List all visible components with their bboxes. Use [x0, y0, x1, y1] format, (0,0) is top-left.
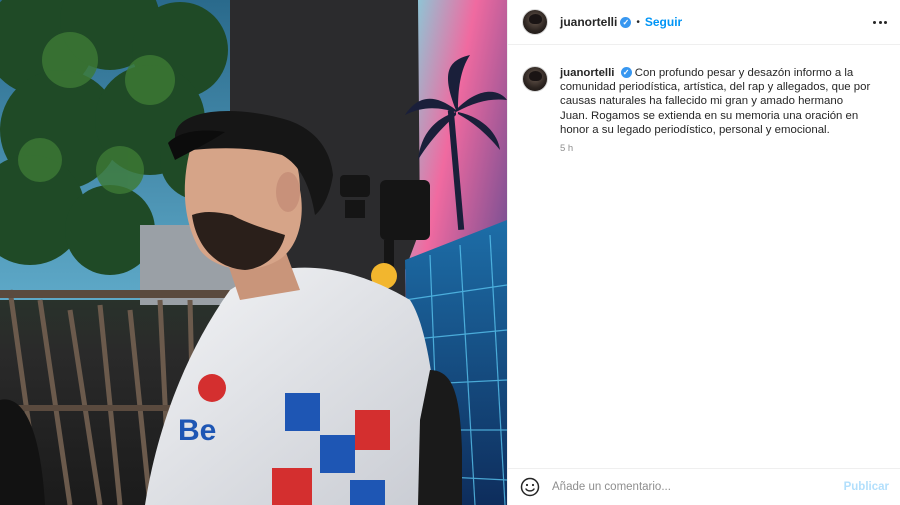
comment-input[interactable] — [552, 481, 832, 493]
more-dot-icon — [884, 20, 887, 24]
header-separator: • — [636, 16, 640, 28]
caption-author-avatar[interactable] — [522, 66, 548, 92]
post-photo[interactable]: Be — [0, 0, 507, 505]
author-avatar[interactable] — [522, 9, 548, 35]
comment-bar: Publicar — [508, 468, 900, 505]
more-options-icon[interactable] — [873, 16, 887, 28]
verified-badge-icon: ✓ — [620, 67, 632, 79]
author-username[interactable]: juanortelli — [560, 15, 617, 29]
emoji-icon[interactable] — [520, 477, 540, 497]
verified-badge-icon: ✓ — [620, 16, 632, 28]
caption-username[interactable]: juanortelli — [560, 67, 614, 79]
publish-button[interactable]: Publicar — [844, 481, 889, 493]
post-photo-illustration: Be — [0, 0, 507, 505]
caption-timestamp[interactable]: 5 h — [560, 143, 874, 154]
more-dot-icon — [873, 20, 876, 24]
comments-area[interactable]: juanortelli ✓ Con profundo pesar y desaz… — [508, 46, 900, 468]
follow-button[interactable]: Seguir — [645, 15, 682, 29]
more-dot-icon — [878, 20, 882, 24]
caption-row: juanortelli ✓ Con profundo pesar y desaz… — [508, 46, 900, 154]
post-header: juanortelli ✓ • Seguir — [508, 0, 900, 45]
post-side-panel: juanortelli ✓ • Seguir juanortelli ✓ Con… — [507, 0, 900, 505]
caption-body: juanortelli ✓ Con profundo pesar y desaz… — [560, 66, 874, 154]
svg-text:Be: Be — [178, 414, 216, 447]
caption-text-block: juanortelli ✓ Con profundo pesar y desaz… — [560, 66, 874, 137]
